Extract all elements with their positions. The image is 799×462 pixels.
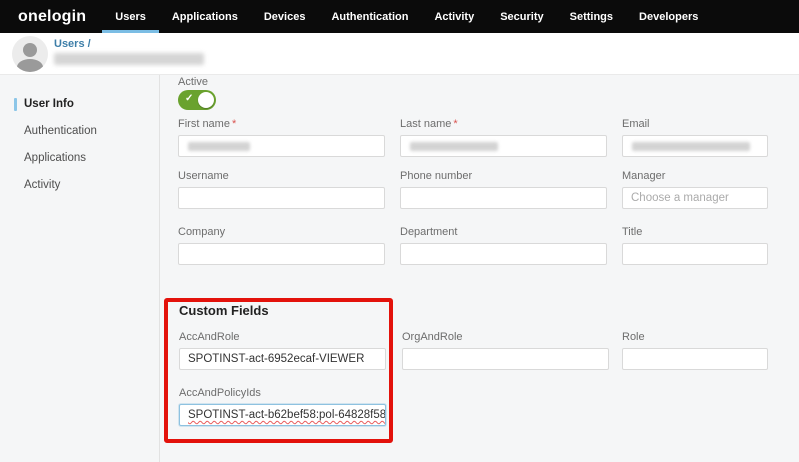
required-asterisk: * bbox=[453, 118, 457, 130]
page-header: Users / bbox=[0, 33, 799, 75]
title-label: Title bbox=[622, 226, 768, 238]
nav-item-authentication[interactable]: Authentication bbox=[318, 0, 421, 33]
nav-item-developers[interactable]: Developers bbox=[626, 0, 711, 33]
user-avatar-icon bbox=[12, 36, 48, 72]
last-name-field: Last name* bbox=[400, 118, 607, 157]
role-field: Role bbox=[622, 331, 768, 370]
acc-and-role-label: AccAndRole bbox=[179, 331, 386, 343]
sidebar-item-label: User Info bbox=[24, 98, 74, 110]
breadcrumb-users-link[interactable]: Users / bbox=[54, 38, 91, 50]
username-input[interactable] bbox=[178, 187, 385, 209]
title-field: Title bbox=[622, 226, 768, 265]
sidebar-item-applications[interactable]: Applications bbox=[0, 145, 159, 172]
toggle-knob bbox=[198, 92, 214, 108]
nav-item-users[interactable]: Users bbox=[102, 0, 159, 33]
nav-item-activity[interactable]: Activity bbox=[421, 0, 487, 33]
redacted-username bbox=[54, 53, 204, 65]
avatar-body-shape bbox=[17, 59, 43, 72]
phone-number-field: Phone number bbox=[400, 170, 607, 209]
sidebar-item-authentication[interactable]: Authentication bbox=[0, 118, 159, 145]
acc-and-role-input[interactable] bbox=[179, 348, 386, 370]
manager-input[interactable] bbox=[622, 187, 768, 209]
acc-and-policy-ids-field: AccAndPolicyIds SPOTINST-act-b62bef58:po… bbox=[179, 387, 386, 426]
email-field: Email bbox=[622, 118, 768, 157]
username-field: Username bbox=[178, 170, 385, 209]
company-label: Company bbox=[178, 226, 385, 238]
first-name-input[interactable] bbox=[178, 135, 385, 157]
title-input[interactable] bbox=[622, 243, 768, 265]
sidebar-item-user-info[interactable]: User Info bbox=[0, 91, 159, 118]
onelogin-logo: onelogin bbox=[18, 0, 86, 33]
custom-fields-heading: Custom Fields bbox=[179, 303, 269, 318]
first-name-label: First name* bbox=[178, 118, 385, 130]
department-input[interactable] bbox=[400, 243, 607, 265]
role-label: Role bbox=[622, 331, 768, 343]
company-field: Company bbox=[178, 226, 385, 265]
required-asterisk: * bbox=[232, 118, 236, 130]
sidebar-item-label: Applications bbox=[24, 152, 86, 164]
top-nav: onelogin Users Applications Devices Auth… bbox=[0, 0, 799, 33]
manager-label: Manager bbox=[622, 170, 768, 182]
sidebar-item-activity[interactable]: Activity bbox=[0, 172, 159, 199]
check-icon: ✓ bbox=[185, 93, 193, 104]
acc-and-policy-ids-input[interactable]: SPOTINST-act-b62bef58:pol-64828f58 bbox=[179, 404, 386, 426]
role-input[interactable] bbox=[622, 348, 768, 370]
last-name-label: Last name* bbox=[400, 118, 607, 130]
nav-items: Users Applications Devices Authenticatio… bbox=[102, 0, 711, 33]
sidebar: User Info Authentication Applications Ac… bbox=[0, 75, 160, 462]
nav-item-settings[interactable]: Settings bbox=[557, 0, 626, 33]
email-input[interactable] bbox=[622, 135, 768, 157]
phone-number-input[interactable] bbox=[400, 187, 607, 209]
org-and-role-field: OrgAndRole bbox=[402, 331, 609, 370]
company-input[interactable] bbox=[178, 243, 385, 265]
acc-and-role-field: AccAndRole bbox=[179, 331, 386, 370]
phone-number-label: Phone number bbox=[400, 170, 607, 182]
first-name-field: First name* bbox=[178, 118, 385, 157]
acc-and-policy-ids-label: AccAndPolicyIds bbox=[179, 387, 386, 399]
nav-item-devices[interactable]: Devices bbox=[251, 0, 319, 33]
active-indicator-bar bbox=[14, 98, 17, 111]
nav-item-applications[interactable]: Applications bbox=[159, 0, 251, 33]
org-and-role-input[interactable] bbox=[402, 348, 609, 370]
sidebar-item-label: Authentication bbox=[24, 125, 97, 137]
active-toggle[interactable]: ✓ bbox=[178, 90, 216, 110]
active-label: Active bbox=[178, 76, 208, 88]
department-label: Department bbox=[400, 226, 607, 238]
manager-field: Manager bbox=[622, 170, 768, 209]
last-name-input[interactable] bbox=[400, 135, 607, 157]
nav-item-security[interactable]: Security bbox=[487, 0, 556, 33]
sidebar-item-label: Activity bbox=[24, 179, 60, 191]
department-field: Department bbox=[400, 226, 607, 265]
avatar-head-shape bbox=[23, 43, 37, 57]
org-and-role-label: OrgAndRole bbox=[402, 331, 609, 343]
username-label: Username bbox=[178, 170, 385, 182]
email-label: Email bbox=[622, 118, 768, 130]
onelogin-user-page: onelogin Users Applications Devices Auth… bbox=[0, 0, 799, 462]
acc-and-policy-ids-value: SPOTINST-act-b62bef58:pol-64828f58 bbox=[188, 409, 386, 421]
